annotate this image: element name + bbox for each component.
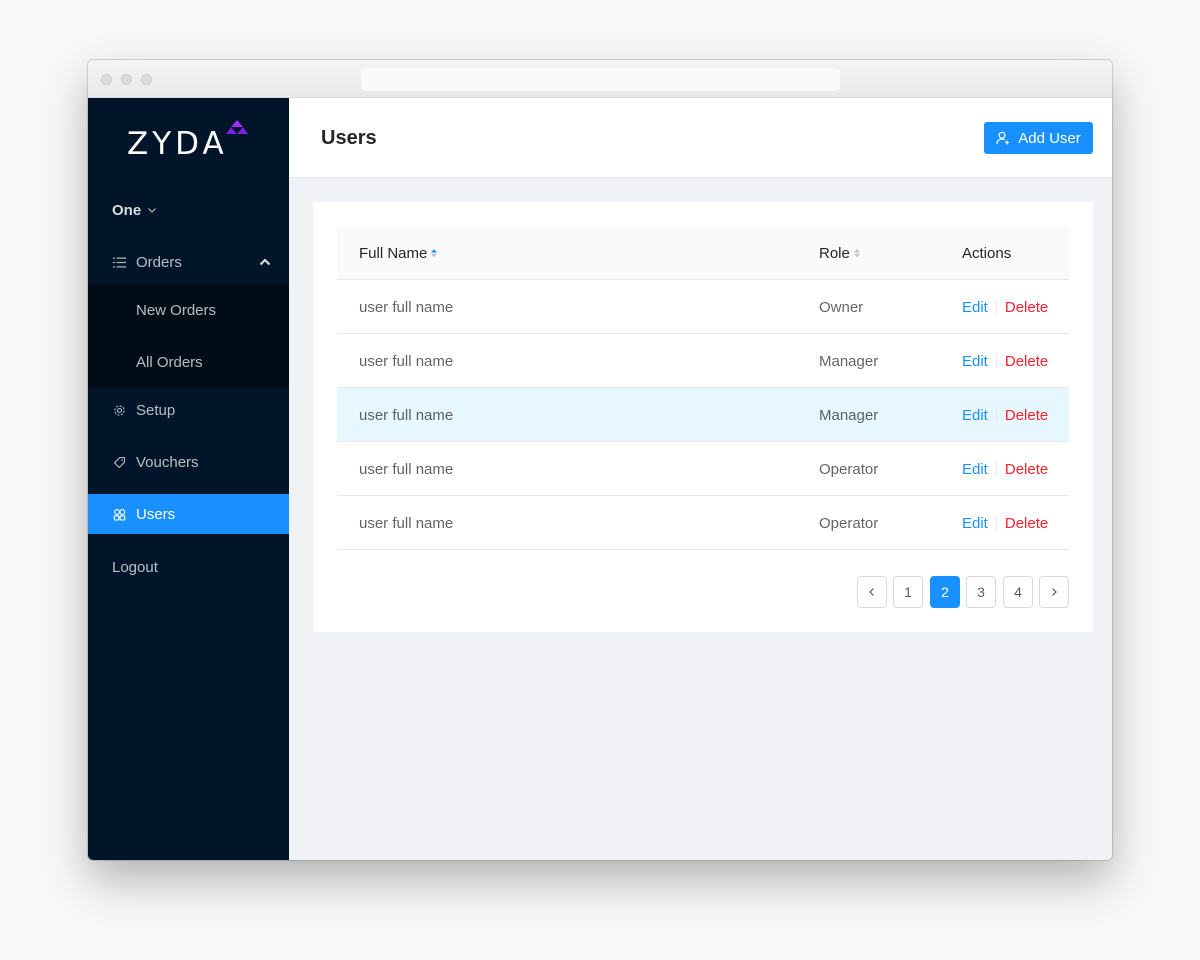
cell-role: Operator bbox=[819, 514, 879, 532]
page-header: Users Add User bbox=[289, 98, 1112, 178]
sort-ascending-icon[interactable] bbox=[430, 247, 438, 259]
cell-actions: Edit Delete bbox=[962, 334, 1048, 388]
logo-triangle-icon bbox=[226, 120, 248, 134]
cell-role: Manager bbox=[819, 406, 879, 424]
sidebar-item-label: Logout bbox=[112, 558, 158, 576]
delete-link[interactable]: Delete bbox=[1005, 353, 1048, 370]
action-divider bbox=[995, 300, 997, 314]
delete-link[interactable]: Delete bbox=[1005, 515, 1048, 532]
action-divider bbox=[995, 354, 997, 368]
cell-role: Owner bbox=[819, 298, 864, 316]
cell-actions: Edit Delete bbox=[962, 388, 1048, 442]
orders-submenu: New Orders All Orders bbox=[88, 284, 289, 388]
column-header-label: Role bbox=[819, 244, 850, 262]
sidebar-item-users[interactable]: Users bbox=[88, 494, 289, 534]
cell-role: Operator bbox=[819, 460, 879, 478]
table-row: user full name Owner Edit Delete bbox=[337, 280, 1069, 334]
page-button[interactable]: 1 bbox=[893, 576, 923, 608]
edit-link[interactable]: Edit bbox=[962, 299, 988, 316]
cell-actions: Edit Delete bbox=[962, 280, 1048, 334]
prev-page-button[interactable] bbox=[857, 576, 887, 608]
users-card: Full Name Role Actions user full name Ow… bbox=[313, 202, 1093, 632]
delete-link[interactable]: Delete bbox=[1005, 461, 1048, 478]
column-header-role[interactable]: Role bbox=[819, 226, 861, 280]
chevron-right-icon bbox=[1052, 588, 1057, 596]
sidebar-item-setup[interactable]: Setup bbox=[88, 390, 289, 430]
sort-icon[interactable] bbox=[853, 247, 861, 259]
delete-link[interactable]: Delete bbox=[1005, 407, 1048, 424]
sidebar-item-label: Setup bbox=[136, 401, 176, 419]
page-button[interactable]: 4 bbox=[1003, 576, 1033, 608]
add-user-button[interactable]: Add User bbox=[984, 122, 1093, 154]
next-page-button[interactable] bbox=[1039, 576, 1069, 608]
sidebar-item-all-orders[interactable]: All Orders bbox=[88, 342, 289, 382]
tag-icon bbox=[112, 455, 126, 469]
edit-link[interactable]: Edit bbox=[962, 353, 988, 370]
cell-full-name: user full name bbox=[359, 406, 454, 424]
cell-actions: Edit Delete bbox=[962, 442, 1048, 496]
column-header-label: Full Name bbox=[359, 244, 428, 262]
sidebar-item-orders[interactable]: Orders bbox=[88, 242, 289, 282]
logo-text: ZYDA bbox=[127, 126, 228, 162]
action-divider bbox=[995, 408, 997, 422]
sidebar-item-label: Orders bbox=[136, 253, 182, 271]
gear-icon bbox=[112, 403, 126, 417]
action-divider bbox=[995, 462, 997, 476]
page-title: Users bbox=[321, 127, 377, 149]
cell-full-name: user full name bbox=[359, 352, 454, 370]
page-button-current[interactable]: 2 bbox=[930, 576, 960, 608]
cell-actions: Edit Delete bbox=[962, 496, 1048, 550]
org-selector[interactable]: One bbox=[88, 190, 289, 230]
chevron-down-icon bbox=[148, 208, 157, 213]
sidebar-item-label: Vouchers bbox=[136, 453, 199, 471]
column-header-actions: Actions bbox=[962, 244, 1012, 262]
page-button[interactable]: 3 bbox=[966, 576, 996, 608]
delete-link[interactable]: Delete bbox=[1005, 299, 1048, 316]
cell-full-name: user full name bbox=[359, 514, 454, 532]
cell-full-name: user full name bbox=[359, 298, 454, 316]
cell-role: Manager bbox=[819, 352, 879, 370]
maximize-window-button[interactable] bbox=[141, 74, 152, 85]
close-window-button[interactable] bbox=[101, 74, 112, 85]
main-content: Users Add User Full Name Role Actions us… bbox=[289, 98, 1112, 860]
table-row: user full name Operator Edit Delete bbox=[337, 442, 1069, 496]
edit-link[interactable]: Edit bbox=[962, 461, 988, 478]
edit-link[interactable]: Edit bbox=[962, 407, 988, 424]
user-add-icon bbox=[996, 131, 1010, 145]
sidebar-item-vouchers[interactable]: Vouchers bbox=[88, 442, 289, 482]
action-divider bbox=[995, 516, 997, 530]
add-user-button-label: Add User bbox=[1018, 129, 1081, 147]
cell-full-name: user full name bbox=[359, 460, 454, 478]
edit-link[interactable]: Edit bbox=[962, 515, 988, 532]
table-row-highlighted: user full name Manager Edit Delete bbox=[337, 388, 1069, 442]
chevron-left-icon bbox=[869, 588, 874, 596]
minimize-window-button[interactable] bbox=[121, 74, 132, 85]
browser-window: ZYDA One Orders New Orders All Orders Se… bbox=[88, 60, 1112, 860]
sidebar-item-label: Users bbox=[136, 505, 176, 523]
browser-titlebar bbox=[88, 60, 1112, 98]
sidebar: ZYDA One Orders New Orders All Orders Se… bbox=[88, 98, 289, 860]
table-row: user full name Manager Edit Delete bbox=[337, 334, 1069, 388]
org-selector-label: One bbox=[112, 201, 142, 219]
table-header: Full Name Role Actions bbox=[337, 226, 1069, 280]
column-header-full-name[interactable]: Full Name bbox=[359, 226, 438, 280]
team-icon bbox=[112, 507, 126, 521]
address-bar[interactable] bbox=[361, 68, 840, 91]
sidebar-item-logout[interactable]: Logout bbox=[88, 547, 289, 587]
sidebar-item-new-orders[interactable]: New Orders bbox=[88, 290, 289, 330]
list-icon bbox=[112, 255, 126, 269]
chevron-up-icon bbox=[259, 258, 271, 266]
table-row: user full name Operator Edit Delete bbox=[337, 496, 1069, 550]
logo: ZYDA bbox=[127, 120, 257, 162]
